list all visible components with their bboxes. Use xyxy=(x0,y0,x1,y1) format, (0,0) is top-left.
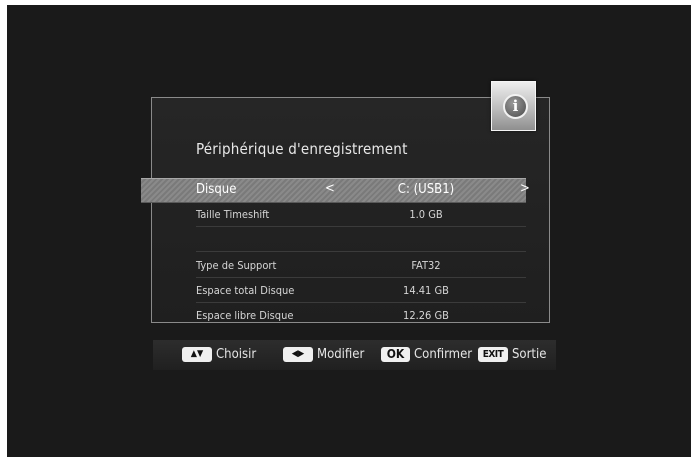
row-value: 1.0 GB xyxy=(409,208,443,221)
info-icon: i xyxy=(503,94,528,119)
hint-exit-label: Sortie xyxy=(512,347,547,362)
hint-exit: EXIT Sortie xyxy=(478,347,546,362)
row-disque[interactable]: Disque < C: (USB1) > xyxy=(141,178,530,203)
hint-modify-label: Modifier xyxy=(317,347,365,362)
hint-confirm-label: Confirmer xyxy=(414,347,473,362)
updown-key-icon: ▲▼ xyxy=(182,347,212,362)
row-value: 14.41 GB xyxy=(403,284,449,297)
row-value: FAT32 xyxy=(411,259,441,272)
hint-confirm: OK Confirmer xyxy=(381,347,472,362)
leftright-key-icon: ◀▶ xyxy=(283,347,313,362)
row-value: C: (USB1) xyxy=(397,182,455,197)
row-divider xyxy=(196,251,526,252)
info-badge: i xyxy=(491,81,536,131)
row-value: 12.26 GB xyxy=(403,309,449,322)
exit-key-icon: EXIT xyxy=(478,347,508,362)
row-label: Disque xyxy=(196,182,237,197)
row-divider xyxy=(196,226,526,227)
row-divider xyxy=(196,302,526,303)
left-arrow-icon[interactable]: < xyxy=(325,181,335,196)
row-divider xyxy=(196,277,526,278)
hint-choose: ▲▼ Choisir xyxy=(182,347,256,362)
hint-choose-label: Choisir xyxy=(216,347,257,362)
row-type-support: Type de Support FAT32 xyxy=(196,254,526,278)
hint-modify: ◀▶ Modifier xyxy=(283,347,364,362)
row-taille-timeshift[interactable]: Taille Timeshift 1.0 GB xyxy=(196,203,526,227)
row-espace-total: Espace total Disque 14.41 GB xyxy=(196,279,526,303)
row-label: Taille Timeshift xyxy=(196,208,270,221)
row-empty xyxy=(196,228,526,252)
key-hint-bar: ▲▼ Choisir ◀▶ Modifier OK Confirmer EXIT… xyxy=(153,340,556,370)
row-espace-libre: Espace libre Disque 12.26 GB xyxy=(196,304,526,328)
dialog-title: Périphérique d'enregistrement xyxy=(196,140,408,158)
ok-key-icon: OK xyxy=(381,347,410,362)
row-label: Espace libre Disque xyxy=(196,309,294,322)
right-arrow-icon[interactable]: > xyxy=(520,181,530,196)
row-label: Espace total Disque xyxy=(196,284,295,297)
row-label: Type de Support xyxy=(196,259,277,272)
